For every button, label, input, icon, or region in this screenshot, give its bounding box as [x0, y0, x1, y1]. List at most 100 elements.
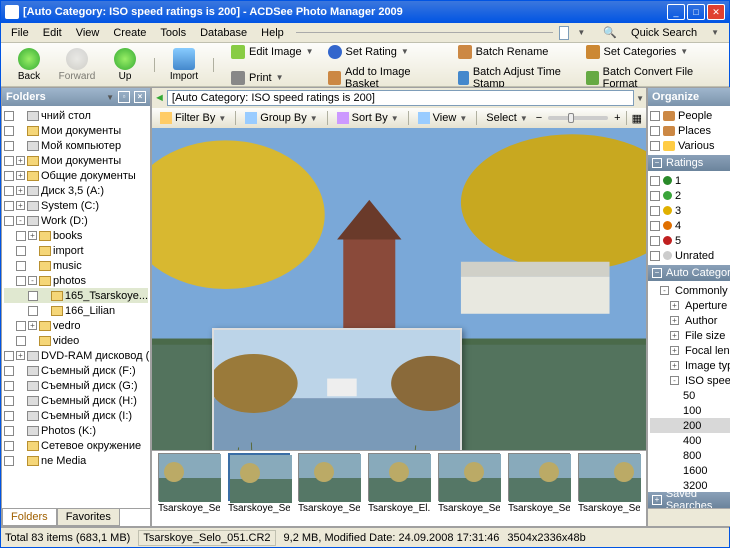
- category-item[interactable]: Places: [650, 123, 730, 138]
- autocat-item[interactable]: 100: [650, 403, 730, 418]
- autocat-item[interactable]: 800: [650, 448, 730, 463]
- category-item[interactable]: People: [650, 108, 730, 123]
- batch-time-button[interactable]: Batch Adjust Time Stamp: [458, 66, 572, 90]
- edit-image-button[interactable]: Edit Image▼: [231, 40, 314, 64]
- chevron-down-icon[interactable]: ▼: [106, 93, 114, 102]
- filter-by-button[interactable]: Filter By▼: [156, 111, 230, 125]
- import-button[interactable]: Import: [162, 48, 206, 82]
- thumbnail[interactable]: Tsarskoye_Sel...: [576, 453, 642, 524]
- category-item[interactable]: Various: [650, 138, 730, 153]
- tree-item[interactable]: Сетевое окружение: [4, 438, 148, 453]
- rating-item[interactable]: 5: [650, 233, 730, 248]
- up-button[interactable]: Up: [103, 48, 147, 82]
- status-size: 9,2 MB, Modified Date: 24.09.2008 17:31:…: [284, 532, 500, 544]
- batch-convert-button[interactable]: Batch Convert File Format: [586, 66, 723, 90]
- path-box[interactable]: [Auto Category: ISO speed ratings is 200…: [167, 90, 634, 106]
- quicksearch-label[interactable]: Quick Search: [625, 25, 703, 41]
- thumbnail[interactable]: Tsarskoye_Sel...: [436, 453, 502, 524]
- rating-item[interactable]: 1: [650, 173, 730, 188]
- thumbnail-strip[interactable]: Tsarskoye_Sel...Tsarskoye_Sel...Tsarskoy…: [152, 450, 646, 526]
- autocat-item[interactable]: 200: [650, 418, 730, 433]
- thumbnail[interactable]: Tsarskoye_Sel...: [296, 453, 362, 524]
- tree-item[interactable]: Мой компьютер: [4, 138, 148, 153]
- minimize-button[interactable]: _: [667, 4, 685, 20]
- menu-help[interactable]: Help: [255, 25, 290, 41]
- rating-unrated[interactable]: Unrated: [650, 248, 730, 263]
- menu-edit[interactable]: Edit: [37, 25, 68, 41]
- tree-item[interactable]: +Мои документы: [4, 153, 148, 168]
- autocat-item[interactable]: 400: [650, 433, 730, 448]
- tree-item[interactable]: +Диск 3,5 (A:): [4, 183, 148, 198]
- panel-close-button[interactable]: ×: [134, 91, 146, 103]
- autocat-item[interactable]: +File size: [650, 328, 730, 343]
- thumbnail[interactable]: Tsarskoye_El...: [366, 453, 432, 524]
- tree-item[interactable]: -Work (D:): [4, 213, 148, 228]
- tree-item[interactable]: video: [4, 333, 148, 348]
- panel-pin-button[interactable]: ▫: [118, 91, 130, 103]
- autocat-item[interactable]: +Aperture: [650, 298, 730, 313]
- tree-item[interactable]: +Общие документы: [4, 168, 148, 183]
- thumb-view-icon[interactable]: ▦: [632, 112, 642, 125]
- menu-file[interactable]: File: [5, 25, 35, 41]
- sort-by-button[interactable]: Sort By▼: [333, 111, 403, 125]
- autocat-item[interactable]: +Focal length (1.5x): [650, 343, 730, 358]
- tab-folders[interactable]: Folders: [2, 509, 57, 526]
- tree-item[interactable]: +System (C:): [4, 198, 148, 213]
- tree-item[interactable]: +books: [4, 228, 148, 243]
- folders-header: Folders: [6, 91, 46, 103]
- autocat-item[interactable]: 1600: [650, 463, 730, 478]
- tree-item[interactable]: Съемный диск (H:): [4, 393, 148, 408]
- autocat-item[interactable]: +Author: [650, 313, 730, 328]
- rating-item[interactable]: 4: [650, 218, 730, 233]
- print-button[interactable]: Print▼: [231, 66, 314, 90]
- tree-item[interactable]: 166_Lilian: [4, 303, 148, 318]
- tree-item[interactable]: music: [4, 258, 148, 273]
- autocat-item[interactable]: -Commonly Used: [650, 283, 730, 298]
- tree-item[interactable]: -photos: [4, 273, 148, 288]
- rating-item[interactable]: 3: [650, 203, 730, 218]
- path-back-icon[interactable]: ◄: [154, 92, 165, 104]
- tree-item[interactable]: Мои документы: [4, 123, 148, 138]
- tree-item[interactable]: +vedro: [4, 318, 148, 333]
- view-button[interactable]: View▼: [414, 111, 472, 125]
- select-button[interactable]: Select▼: [482, 111, 532, 125]
- tab-favorites[interactable]: Favorites: [57, 509, 120, 526]
- tree-item[interactable]: import: [4, 243, 148, 258]
- forward-button[interactable]: Forward: [55, 48, 99, 82]
- set-rating-button[interactable]: Set Rating▼: [328, 40, 444, 64]
- thumbnail[interactable]: Tsarskoye_Sel...: [156, 453, 222, 524]
- quicksearch-color[interactable]: [559, 26, 569, 40]
- tree-item[interactable]: Photos (K:): [4, 423, 148, 438]
- tree-item[interactable]: Съемный диск (F:): [4, 363, 148, 378]
- thumbnail[interactable]: Tsarskoye_Sel...: [506, 453, 572, 524]
- close-button[interactable]: ✕: [707, 4, 725, 20]
- folder-tree[interactable]: чний столМои документыМой компьютер+Мои …: [2, 106, 150, 508]
- tree-item[interactable]: +DVD-RAM дисковод (E:): [4, 348, 148, 363]
- thumbnail[interactable]: Tsarskoye_Sel...: [226, 453, 292, 524]
- zoom-slider[interactable]: [548, 116, 608, 120]
- tree-item[interactable]: чний стол: [4, 108, 148, 123]
- tree-item[interactable]: 165_Tsarskoye...: [4, 288, 148, 303]
- autocat-item[interactable]: 50: [650, 388, 730, 403]
- menu-database[interactable]: Database: [194, 25, 253, 41]
- batch-rename-button[interactable]: Batch Rename: [458, 40, 572, 64]
- collapse-icon[interactable]: −: [652, 158, 662, 168]
- group-by-button[interactable]: Group By▼: [241, 111, 321, 125]
- menu-view[interactable]: View: [70, 25, 106, 41]
- tree-item[interactable]: ne Media: [4, 453, 148, 468]
- back-button[interactable]: Back: [7, 48, 51, 82]
- maximize-button[interactable]: □: [687, 4, 705, 20]
- menu-create[interactable]: Create: [107, 25, 152, 41]
- set-categories-button[interactable]: Set Categories▼: [586, 40, 723, 64]
- tree-item[interactable]: Съемный диск (G:): [4, 378, 148, 393]
- menu-tools[interactable]: Tools: [154, 25, 192, 41]
- chevron-down-icon[interactable]: ▼: [571, 26, 591, 39]
- image-viewer[interactable]: [152, 128, 646, 450]
- zoom-out-icon[interactable]: −: [536, 112, 542, 124]
- tree-item[interactable]: Съемный диск (I:): [4, 408, 148, 423]
- autocat-item[interactable]: +Image type: [650, 358, 730, 373]
- rating-item[interactable]: 2: [650, 188, 730, 203]
- zoom-in-icon[interactable]: +: [614, 112, 620, 124]
- autocat-item[interactable]: -ISO speed ratings: [650, 373, 730, 388]
- add-basket-button[interactable]: Add to Image Basket: [328, 66, 444, 90]
